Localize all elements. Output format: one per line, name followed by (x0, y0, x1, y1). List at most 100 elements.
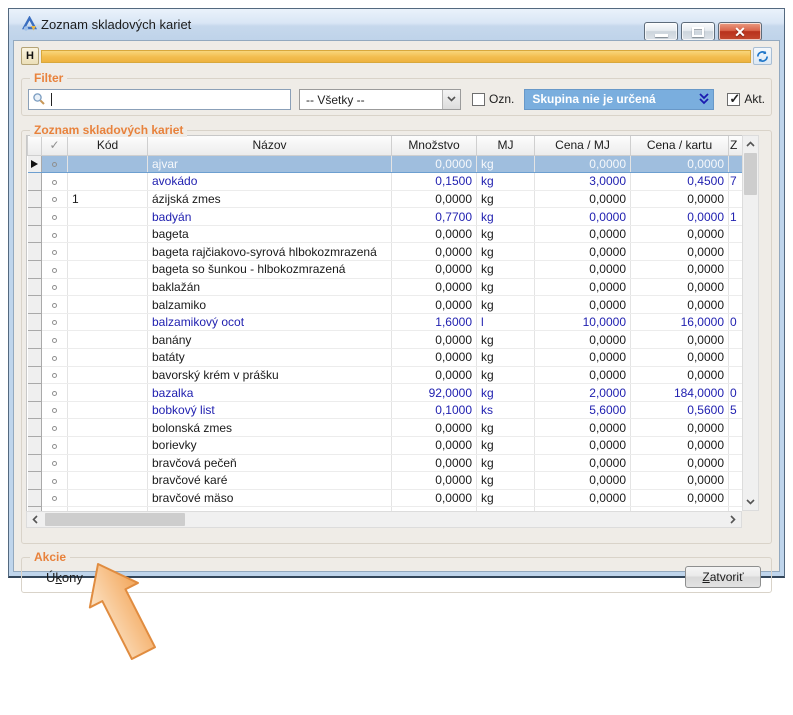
cell-z: 0 (729, 384, 743, 402)
cell-mnozstvo: 0,1500 (392, 173, 477, 191)
combo-dropdown-button[interactable] (442, 90, 460, 109)
scroll-right-button[interactable] (725, 512, 741, 527)
table-row[interactable]: balzamiko0,0000kg0,00000,0000 (28, 296, 743, 314)
scroll-left-button[interactable] (27, 512, 43, 527)
cell-cena-mj: 0,0000 (535, 243, 631, 261)
search-input[interactable] (28, 89, 291, 110)
table-row[interactable]: bageta rajčiakovo-syrová hlbokozmrazená0… (28, 243, 743, 261)
cell-nazov: banány (148, 331, 392, 349)
cell-mnozstvo: 0,0000 (392, 472, 477, 490)
col-header-check[interactable]: ✓ (42, 136, 68, 155)
col-header-z[interactable]: Z (729, 136, 743, 155)
minimize-button[interactable] (644, 22, 678, 41)
top-toolbar: H (21, 46, 772, 66)
table-row[interactable]: bageta so šunkou - hlbokozmrazená0,0000k… (28, 261, 743, 279)
row-selector-cell (28, 208, 42, 226)
table-row[interactable]: bravčová pečeň0,0000kg0,00000,0000 (28, 454, 743, 472)
cell-cena-kartu: 0,0000 (631, 278, 729, 296)
ukony-menu[interactable]: Úkony (46, 570, 83, 585)
cell-z (729, 278, 743, 296)
row-selector-cell (28, 437, 42, 455)
cell-kod (68, 366, 148, 384)
vertical-scroll-thumb[interactable] (744, 153, 757, 195)
horizontal-scrollbar[interactable] (26, 511, 742, 528)
ozn-checkbox[interactable] (472, 93, 485, 106)
circle-icon (52, 338, 57, 343)
cell-nazov: bolonská zmes (148, 419, 392, 437)
maximize-button[interactable] (681, 22, 715, 41)
stock-cards-group-label: Zoznam skladových kariet (30, 123, 187, 137)
table-row[interactable]: avokádo0,1500kg3,00000,45007 (28, 173, 743, 191)
table-row[interactable]: bravčové mäso0,0000kg0,00000,0000 (28, 489, 743, 507)
table-row[interactable]: bobkový list0,1000ks5,60000,56005 (28, 401, 743, 419)
close-button[interactable]: ✕ (718, 22, 762, 41)
col-header-nazov[interactable]: Názov (148, 136, 392, 155)
cell-mj: kg (477, 278, 535, 296)
row-state-cell (42, 261, 68, 279)
cell-nazov: baklažán (148, 278, 392, 296)
filter-type-select[interactable]: -- Všetky -- (299, 89, 461, 110)
col-header-cena-mj[interactable]: Cena / MJ (535, 136, 631, 155)
cell-kod (68, 225, 148, 243)
row-selector-cell (28, 401, 42, 419)
table-row[interactable]: bravčové karé0,0000kg0,00000,0000 (28, 472, 743, 490)
row-selector-cell (28, 349, 42, 367)
table-row[interactable]: bavorský krém v prášku0,0000kg0,00000,00… (28, 366, 743, 384)
cell-cena-kartu: 0,0000 (631, 225, 729, 243)
row-selector-cell (28, 366, 42, 384)
col-header-kod[interactable]: Kód (68, 136, 148, 155)
filter-group: Filter -- Všetky -- Ozn. (21, 78, 772, 116)
scroll-down-button[interactable] (743, 494, 758, 510)
table-row[interactable]: badyán0,7700kg0,00000,00001 (28, 208, 743, 226)
col-header-mj[interactable]: MJ (477, 136, 535, 155)
cell-kod (68, 243, 148, 261)
cell-mj: kg (477, 261, 535, 279)
h-button[interactable]: H (21, 47, 39, 65)
table-row[interactable]: bazalka92,0000kg2,0000184,00000 (28, 384, 743, 402)
table-row[interactable]: batáty0,0000kg0,00000,0000 (28, 349, 743, 367)
text-caret (51, 93, 52, 106)
col-header-cena-kartu[interactable]: Cena / kartu (631, 136, 729, 155)
cell-cena-kartu: 0,0000 (631, 437, 729, 455)
table-row[interactable]: balzamikový ocot1,6000l10,000016,00000 (28, 313, 743, 331)
table-row[interactable]: 1ázijská zmes0,0000kg0,00000,0000 (28, 190, 743, 208)
cell-cena-mj: 0,0000 (535, 331, 631, 349)
title-bar[interactable]: Zoznam skladových kariet ✕ (9, 9, 784, 40)
cell-z (729, 349, 743, 367)
table-row[interactable]: borievky0,0000kg0,00000,0000 (28, 437, 743, 455)
circle-icon (52, 303, 57, 308)
col-header-mnozstvo[interactable]: Množstvo (392, 136, 477, 155)
cell-cena-kartu: 0,0000 (631, 349, 729, 367)
cell-nazov: ázijská zmes (148, 190, 392, 208)
gold-bar (41, 50, 751, 63)
skupina-field[interactable]: Skupina nie je určená (524, 89, 714, 110)
zatvorit-button[interactable]: Zatvoriť (685, 566, 761, 588)
cell-cena-kartu: 184,0000 (631, 384, 729, 402)
scroll-up-button[interactable] (743, 136, 758, 152)
cell-cena-mj: 0,0000 (535, 261, 631, 279)
table-row[interactable]: baklažán0,0000kg0,00000,0000 (28, 278, 743, 296)
vertical-scrollbar[interactable] (742, 135, 759, 511)
cell-kod (68, 155, 148, 173)
table-row[interactable]: bageta0,0000kg0,00000,0000 (28, 225, 743, 243)
table-row[interactable]: banány0,0000kg0,00000,0000 (28, 331, 743, 349)
row-selector-cell (28, 225, 42, 243)
row-selector-cell (28, 419, 42, 437)
akt-checkbox[interactable] (727, 93, 740, 106)
circle-icon (52, 444, 57, 449)
cell-mnozstvo: 92,0000 (392, 384, 477, 402)
cell-mj: kg (477, 472, 535, 490)
cell-cena-kartu: 0,0000 (631, 489, 729, 507)
cell-mj: l (477, 313, 535, 331)
row-selector-cell (28, 278, 42, 296)
circle-icon (52, 461, 57, 466)
circle-icon (52, 408, 57, 413)
ozn-label: Ozn. (489, 92, 514, 106)
refresh-button[interactable] (753, 47, 772, 65)
cell-kod (68, 489, 148, 507)
table-row[interactable]: bolonská zmes0,0000kg0,00000,0000 (28, 419, 743, 437)
horizontal-scroll-thumb[interactable] (45, 513, 185, 526)
cell-cena-mj: 2,0000 (535, 384, 631, 402)
current-row-marker (31, 160, 38, 168)
table-row[interactable]: ajvar0,0000kg0,00000,0000 (28, 155, 743, 173)
